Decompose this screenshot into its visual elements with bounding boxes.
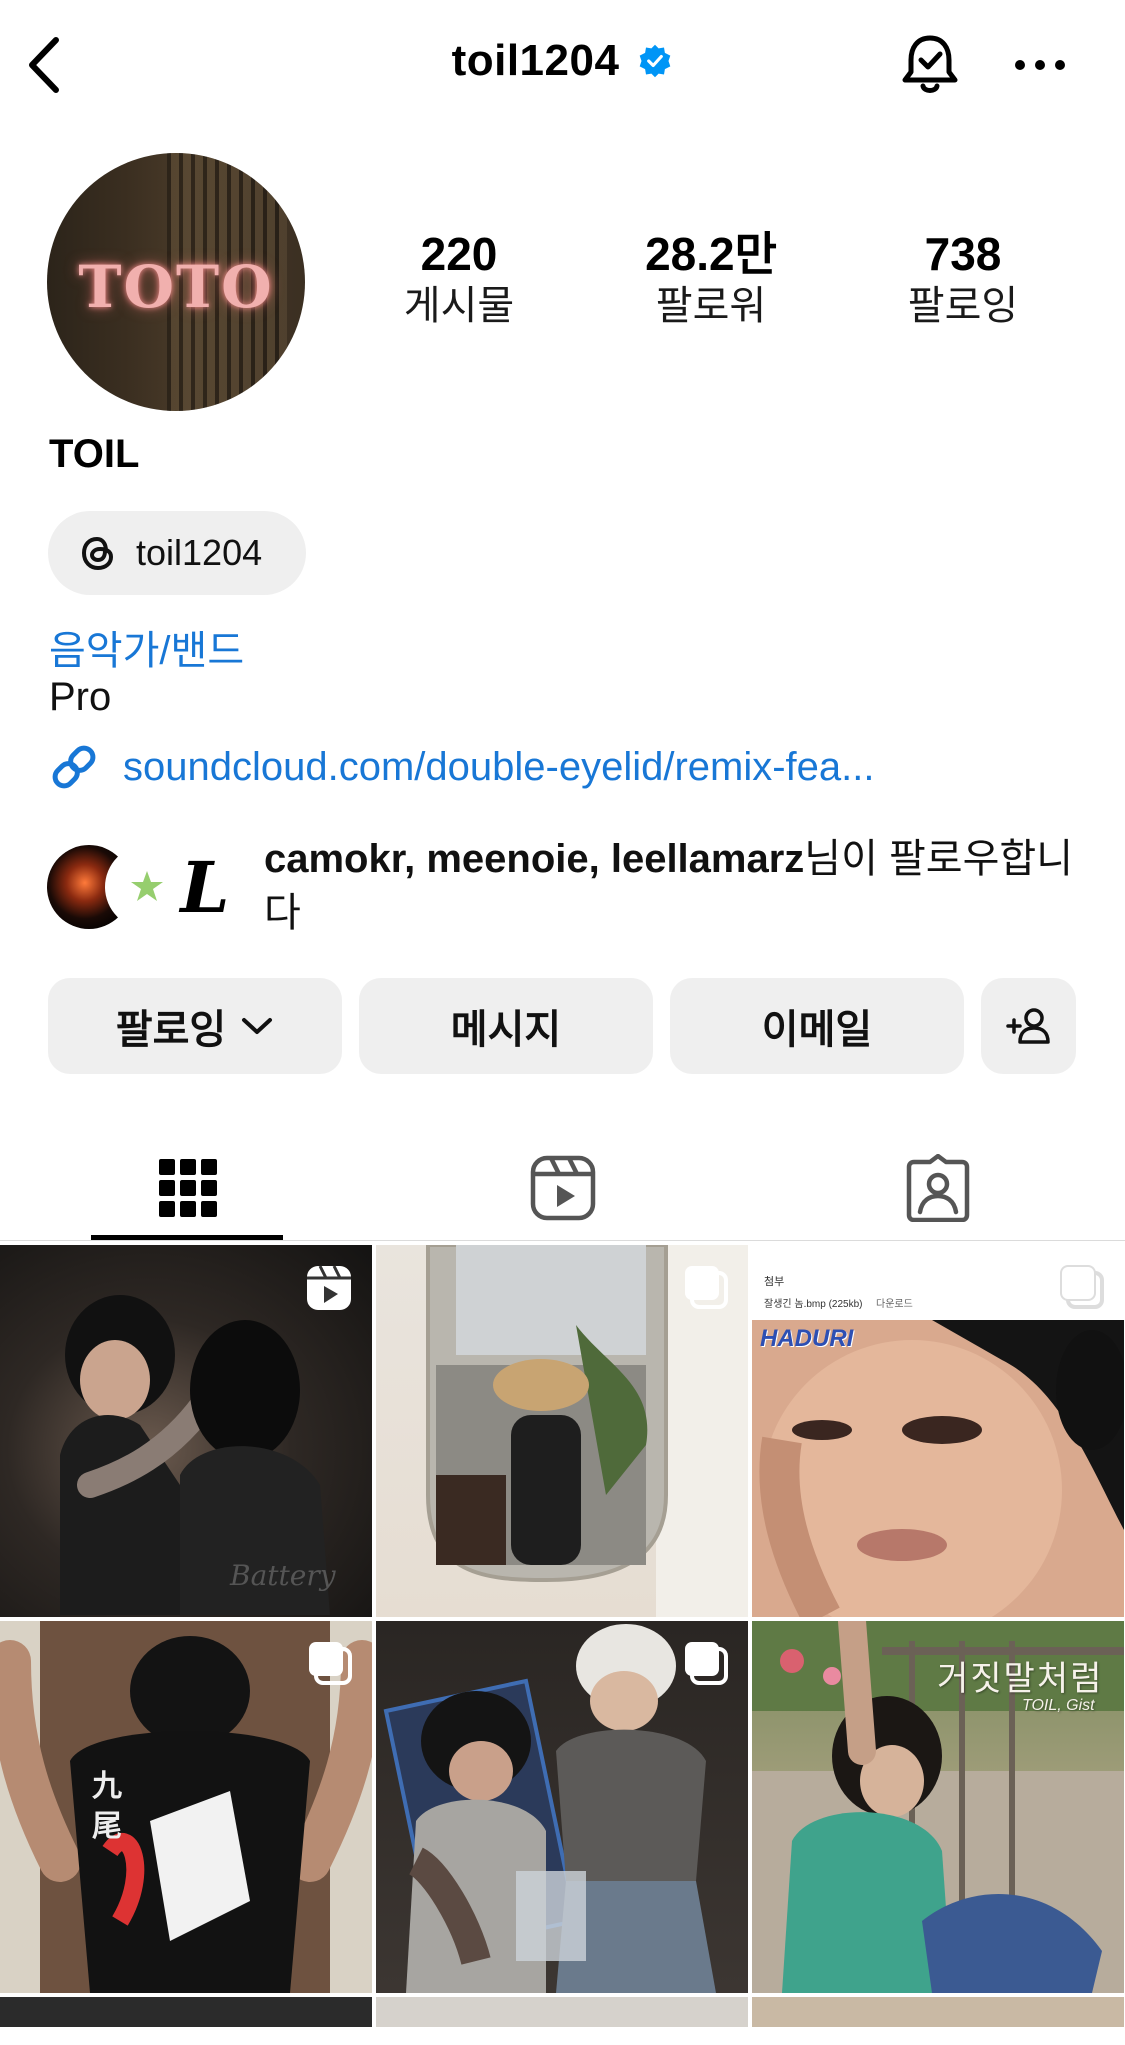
post-thumbnail-4[interactable]: 九 尾 bbox=[0, 1621, 372, 1993]
carousel-badge-icon bbox=[685, 1266, 728, 1309]
message-button-label: 메시지 bbox=[450, 1008, 562, 1052]
post-3-download-label: 다운로드 bbox=[876, 1299, 913, 1310]
stat-followers-label: 팔로워 bbox=[655, 284, 767, 328]
post-3-image bbox=[752, 1320, 1124, 1617]
bell-check-icon bbox=[902, 35, 958, 93]
display-name: TOIL bbox=[49, 432, 140, 476]
tab-tagged[interactable] bbox=[750, 1135, 1125, 1240]
post-thumbnail-2[interactable] bbox=[376, 1245, 748, 1617]
post-thumbnail-5[interactable] bbox=[376, 1621, 748, 1993]
post-thumbnail-1[interactable]: Battery bbox=[0, 1245, 372, 1617]
tabs-divider bbox=[0, 1240, 1125, 1241]
profile-link[interactable]: soundcloud.com/double-eyelid/remix-fea..… bbox=[47, 740, 875, 794]
username-text: toil1204 bbox=[451, 36, 620, 85]
stat-followers[interactable]: 28.2만 팔로워 bbox=[611, 228, 811, 332]
notification-bell-button[interactable] bbox=[895, 30, 965, 100]
more-horizontal-icon bbox=[1015, 60, 1065, 70]
mutual-avatar-3: L bbox=[163, 845, 247, 929]
post-1-image: Battery bbox=[60, 1295, 337, 1615]
stat-following[interactable]: 738 팔로잉 bbox=[863, 228, 1063, 332]
post-thumbnail-9[interactable] bbox=[752, 1997, 1124, 2027]
tagged-icon bbox=[906, 1153, 969, 1222]
post-thumbnail-6[interactable]: 거짓말처럼 TOIL, Gist bbox=[752, 1621, 1124, 1993]
post-thumbnail-8[interactable] bbox=[376, 1997, 748, 2027]
followed-by-names: camokr, meenoie, leellamarz bbox=[264, 837, 805, 881]
chevron-down-icon bbox=[242, 1018, 273, 1034]
carousel-badge-icon bbox=[1060, 1265, 1104, 1309]
following-button[interactable]: 팔로잉 bbox=[48, 978, 342, 1074]
threads-badge[interactable]: toil1204 bbox=[48, 511, 306, 595]
svg-text:尾: 尾 bbox=[92, 1809, 122, 1844]
carousel-badge-icon bbox=[309, 1642, 352, 1685]
post-6-title: 거짓말처럼 bbox=[937, 1659, 1104, 1699]
grid-icon bbox=[158, 1158, 217, 1217]
suggested-users-button[interactable] bbox=[981, 978, 1076, 1074]
reel-badge-icon bbox=[307, 1265, 351, 1310]
email-button[interactable]: 이메일 bbox=[670, 978, 964, 1074]
verified-badge-icon bbox=[640, 44, 671, 78]
email-button-label: 이메일 bbox=[761, 1008, 873, 1052]
threads-icon bbox=[81, 536, 114, 571]
tab-posts-grid[interactable] bbox=[0, 1135, 375, 1240]
svg-text:九: 九 bbox=[92, 1769, 122, 1804]
post-3-header-label: 첨부 bbox=[764, 1276, 785, 1288]
stat-posts-count: 220 bbox=[420, 228, 498, 280]
post-6-subtitle: TOIL, Gist bbox=[1022, 1697, 1095, 1714]
post-3-caption: HADURI bbox=[760, 1325, 854, 1352]
followed-by-text[interactable]: camokr, meenoie, leellamarz님이 팔로우합니다 bbox=[264, 832, 1084, 940]
stat-following-label: 팔로잉 bbox=[907, 284, 1019, 328]
profile-link-text[interactable]: soundcloud.com/double-eyelid/remix-fea..… bbox=[123, 745, 875, 790]
stat-posts-label: 게시물 bbox=[403, 284, 515, 328]
post-3-file-label: 잘생긴 놈.bmp (225kb) bbox=[764, 1299, 863, 1310]
svg-text:Battery: Battery bbox=[229, 1559, 337, 1592]
reels-icon bbox=[530, 1155, 595, 1220]
profile-category[interactable]: 음악가/밴드 bbox=[49, 618, 244, 676]
profile-bio: Pro bbox=[49, 675, 112, 719]
link-icon bbox=[52, 745, 96, 789]
stat-following-count: 738 bbox=[924, 228, 1002, 280]
add-person-icon bbox=[1005, 1008, 1050, 1044]
profile-avatar[interactable]: TOTO bbox=[47, 153, 305, 411]
avatar-logo-text: TOTO bbox=[78, 253, 274, 321]
post-thumbnail-7[interactable] bbox=[0, 1997, 372, 2027]
more-options-button[interactable] bbox=[1010, 40, 1070, 90]
mutual-followers-avatars[interactable]: L bbox=[47, 845, 247, 929]
message-button[interactable]: 메시지 bbox=[359, 978, 653, 1074]
tab-reels[interactable] bbox=[375, 1135, 750, 1240]
threads-handle: toil1204 bbox=[136, 532, 263, 573]
stat-posts[interactable]: 220 게시물 bbox=[359, 228, 559, 332]
post-thumbnail-3[interactable]: 첨부 잘생긴 놈.bmp (225kb) 다운로드 HADURI bbox=[752, 1245, 1124, 1617]
posts-grid: Battery 첨부 잘생긴 놈.bmp (225kb) 다운로드 HADURI… bbox=[0, 1245, 1125, 2045]
following-button-label: 팔로잉 bbox=[115, 1008, 227, 1052]
carousel-badge-icon bbox=[685, 1642, 728, 1685]
stat-followers-count: 28.2만 bbox=[645, 228, 777, 280]
